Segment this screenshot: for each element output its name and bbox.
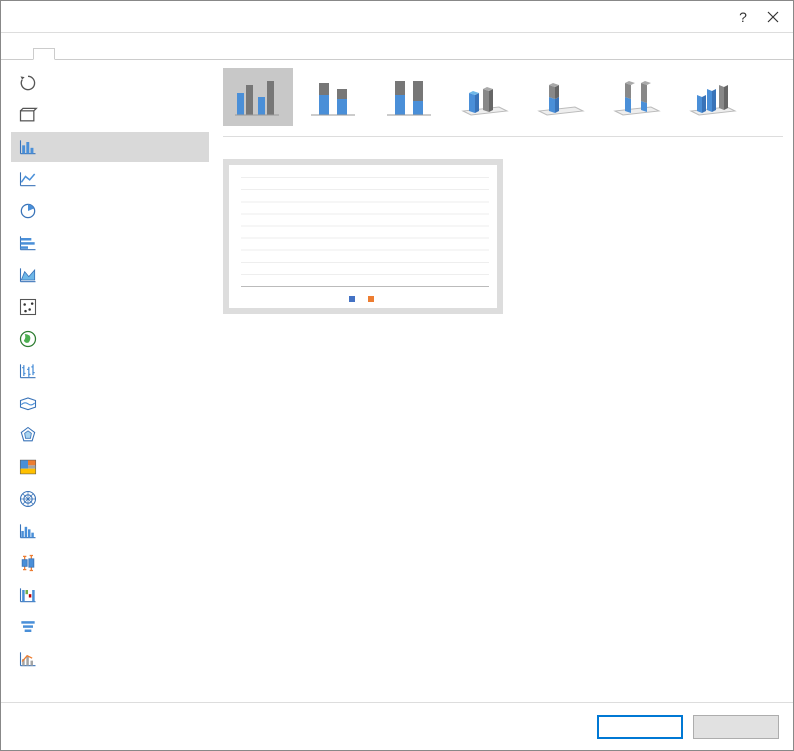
subtype-3d-stacked-column[interactable]: [527, 68, 597, 126]
ok-button[interactable]: [597, 715, 683, 739]
subtype-3d-100-stacked-column[interactable]: [603, 68, 673, 126]
sidebar-item-histogram[interactable]: [11, 516, 209, 546]
sidebar-item-radar[interactable]: [11, 420, 209, 450]
sunburst-icon: [17, 488, 39, 510]
plot-area: [241, 177, 489, 287]
sidebar-item-line[interactable]: [11, 164, 209, 194]
subtype-3d-column[interactable]: [679, 68, 749, 126]
area-icon: [17, 264, 39, 286]
funnel-icon: [17, 616, 39, 638]
chart-type-sidebar: [11, 68, 209, 702]
sidebar-item-recent[interactable]: [11, 68, 209, 98]
close-icon[interactable]: [765, 9, 781, 25]
sidebar-item-columns[interactable]: [11, 132, 209, 162]
sidebar-item-area[interactable]: [11, 260, 209, 290]
subtype-row: [223, 68, 783, 137]
sidebar-item-map[interactable]: [11, 324, 209, 354]
columns-icon: [17, 136, 39, 158]
line-icon: [17, 168, 39, 190]
dialog-footer: [1, 702, 793, 750]
subtype-clustered-column[interactable]: [223, 68, 293, 126]
sidebar-item-waterfall[interactable]: [11, 580, 209, 610]
radar-icon: [17, 424, 39, 446]
boxwhisker-icon: [17, 552, 39, 574]
sidebar-item-bar[interactable]: [11, 228, 209, 258]
sidebar-item-combo[interactable]: [11, 644, 209, 674]
sidebar-item-sunburst[interactable]: [11, 484, 209, 514]
subtype-100-stacked-column[interactable]: [375, 68, 445, 126]
sidebar-item-funnel[interactable]: [11, 612, 209, 642]
cancel-button[interactable]: [693, 715, 779, 739]
pie-icon: [17, 200, 39, 222]
histogram-icon: [17, 520, 39, 542]
help-icon[interactable]: ?: [735, 9, 751, 25]
waterfall-icon: [17, 584, 39, 606]
sidebar-item-templates[interactable]: [11, 100, 209, 130]
insert-chart-dialog: ?: [0, 0, 794, 751]
sidebar-item-surface[interactable]: [11, 388, 209, 418]
combo-icon: [17, 648, 39, 670]
map-icon: [17, 328, 39, 350]
subtype-3d-clustered-column[interactable]: [451, 68, 521, 126]
sidebar-item-stock[interactable]: [11, 356, 209, 386]
legend: [237, 296, 489, 302]
sidebar-item-scatter[interactable]: [11, 292, 209, 322]
bar-icon: [17, 232, 39, 254]
tabs: [1, 47, 793, 60]
surface-icon: [17, 392, 39, 414]
sidebar-item-boxwhisker[interactable]: [11, 548, 209, 578]
tab-all-charts[interactable]: [33, 48, 55, 60]
templates-icon: [17, 104, 39, 126]
sidebar-item-pie[interactable]: [11, 196, 209, 226]
stock-icon: [17, 360, 39, 382]
sidebar-item-treemap[interactable]: [11, 452, 209, 482]
main-panel: [209, 68, 783, 702]
recent-icon: [17, 72, 39, 94]
subtype-stacked-column[interactable]: [299, 68, 369, 126]
titlebar: ?: [1, 1, 793, 33]
tab-recommended[interactable]: [11, 48, 33, 60]
chart-preview[interactable]: [223, 159, 503, 314]
scatter-icon: [17, 296, 39, 318]
treemap-icon: [17, 456, 39, 478]
